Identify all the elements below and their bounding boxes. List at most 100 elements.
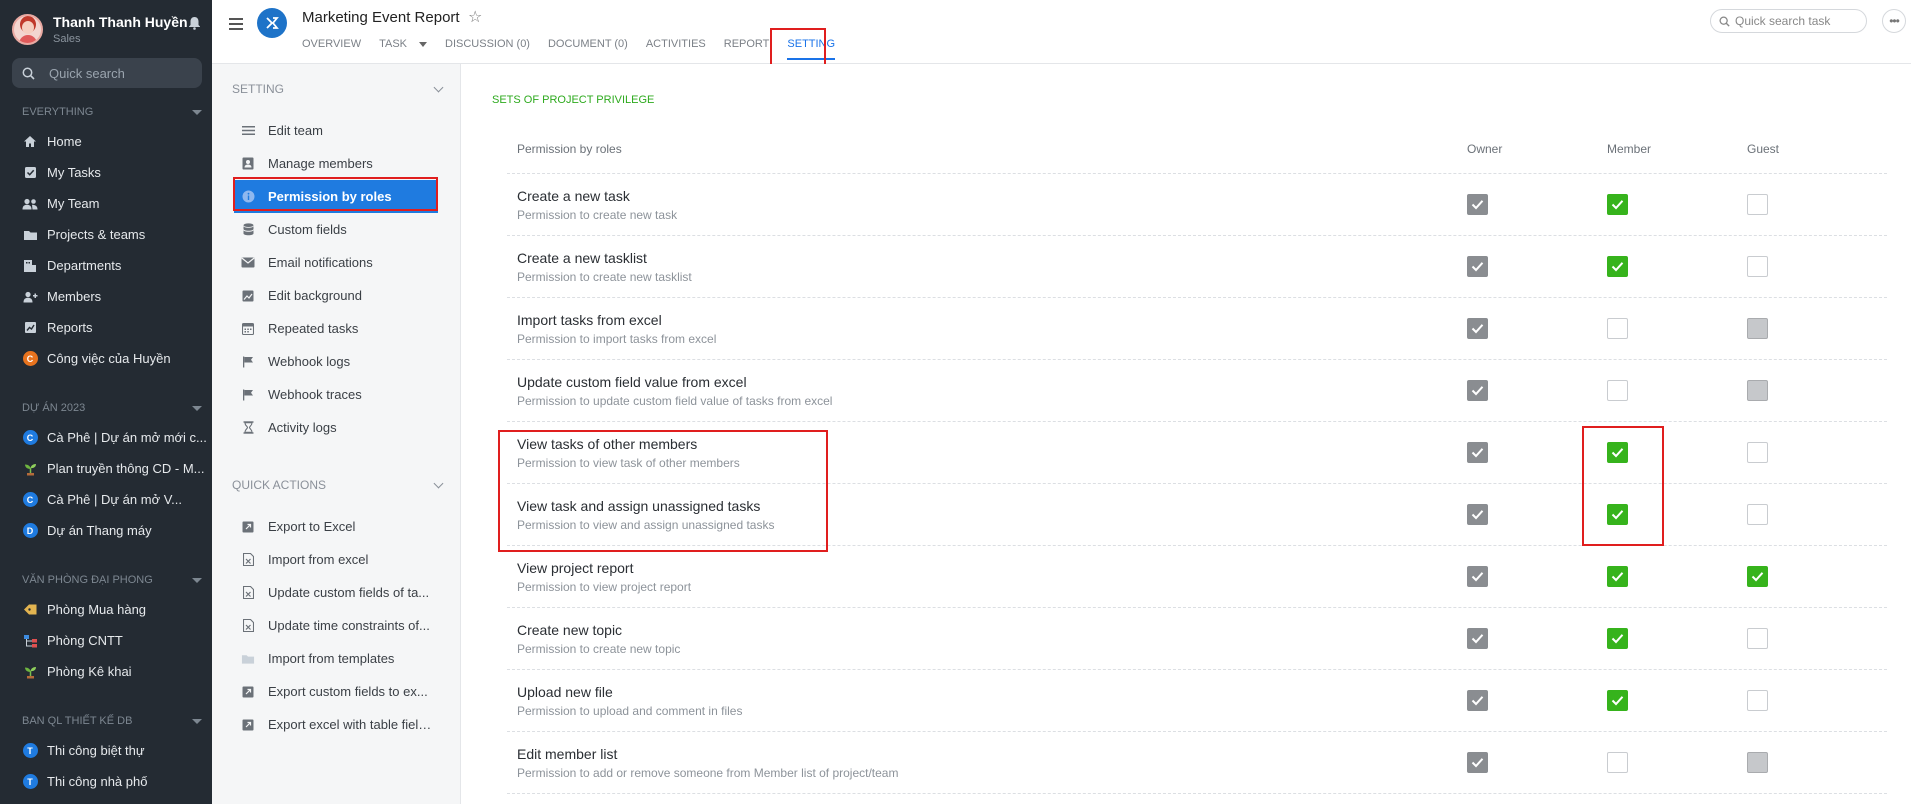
sidebar-item[interactable]: Members [0,281,212,312]
star-icon[interactable]: ☆ [468,7,482,27]
guest-permission-checkbox[interactable] [1747,566,1768,587]
guest-cell [1747,690,1887,711]
sidebar-search-input[interactable]: Quick search [12,58,202,88]
owner-cell [1467,380,1607,401]
sidebar-item[interactable]: D Dự án Thang máy [0,515,212,546]
caret-down-icon[interactable] [419,42,428,47]
sidebar-item[interactable]: C Công việc của Huyền [0,343,212,374]
settings-menu-item[interactable]: Export to Excel [212,510,460,543]
sidebar-item[interactable]: Projects & teams [0,219,212,250]
tab-document[interactable]: DOCUMENT (0) [548,38,628,60]
sidebar-section-header[interactable]: DỰ ÁN 2023 [0,398,212,418]
tab-task[interactable]: TASK [379,38,428,60]
settings-menu-item[interactable]: Email notifications [212,246,460,279]
sidebar-item[interactable]: Phòng Mua hàng [0,594,212,625]
sidebar-item[interactable]: Reports [0,312,212,343]
highlight-view-rows [498,430,828,552]
member-cell [1607,380,1747,401]
guest-permission-checkbox[interactable] [1747,442,1768,463]
settings-menu-item[interactable]: Update custom fields of ta... [212,576,460,609]
member-permission-checkbox[interactable] [1607,566,1628,587]
tab-report[interactable]: REPORT [724,38,770,60]
guest-permission-checkbox[interactable] [1747,628,1768,649]
guest-permission-checkbox[interactable] [1747,194,1768,215]
tab-overview[interactable]: OVERVIEW [302,38,361,60]
sidebar-item-label: Members [47,289,102,304]
settings-menu-item[interactable]: Activity logs [212,411,460,444]
settings-menu-item[interactable]: Update time constraints of... [212,609,460,642]
guest-cell [1747,318,1887,339]
sidebar-item[interactable]: C Cà Phê | Dự án mở mới c... [0,422,212,453]
sidebar-section-header[interactable]: VĂN PHÒNG ĐẠI PHONG [0,570,212,590]
member-permission-checkbox[interactable] [1607,318,1628,339]
settings-menu-item[interactable]: Export custom fields to ex... [212,675,460,708]
bell-icon[interactable] [188,16,201,30]
settings-menu-item[interactable]: Export excel with table fields [212,708,460,741]
member-permission-checkbox[interactable] [1607,256,1628,277]
settings-menu-item[interactable]: Edit team [212,114,460,147]
user-profile[interactable]: Thanh Thanh Huyền Sales [0,0,212,50]
settings-menu-item[interactable]: Import from excel [212,543,460,576]
highlight-permission-item [233,177,438,211]
settings-menu-label: Manage members [268,156,373,171]
settings-menu-item[interactable]: Webhook traces [212,378,460,411]
sidebar-item[interactable]: T Thi công biệt thự [0,735,212,766]
settings-menu-item[interactable]: Edit background [212,279,460,312]
folder-icon [241,652,255,666]
sidebar-item[interactable]: Phòng CNTT [0,625,212,656]
member-permission-checkbox[interactable] [1607,752,1628,773]
member-permission-checkbox[interactable] [1607,380,1628,401]
member-cell [1607,690,1747,711]
settings-menu: SETTING Edit team Manage members Permissio… [212,64,461,804]
sidebar-section-header[interactable]: EVERYTHING [0,102,212,122]
sidebar-item[interactable]: Phòng Kê khai [0,656,212,687]
sidebar-item[interactable]: C Cà Phê | Dự án mở V... [0,484,212,515]
guest-cell [1747,752,1887,773]
highlight-member-checkboxes [1582,426,1664,546]
letter-avatar: C [22,492,38,507]
settings-menu-label: Edit team [268,123,323,138]
calendar-icon [241,322,255,336]
settings-menu-item[interactable]: Custom fields [212,213,460,246]
sidebar-item[interactable]: T Thi công nhà phố [0,766,212,797]
avatar[interactable] [12,14,43,45]
guest-permission-checkbox[interactable] [1747,256,1768,277]
highlight-setting-tab [770,28,826,67]
member-permission-checkbox[interactable] [1607,690,1628,711]
settings-menu-item[interactable]: Import from templates [212,642,460,675]
quick-actions-header[interactable]: QUICK ACTIONS [212,460,460,510]
plant-icon [22,461,38,477]
guest-permission-checkbox[interactable] [1747,504,1768,525]
permission-description: Permission to view project report [517,579,692,594]
setting-section-header[interactable]: SETTING [212,64,460,114]
project-logo [257,8,287,38]
table-row: Edit member list Permission to add or rem… [507,732,1887,794]
more-options-icon[interactable]: ••• [1882,9,1906,33]
quick-actions-title: QUICK ACTIONS [232,478,327,492]
tab-label: OVERVIEW [302,38,362,50]
settings-menu-item[interactable]: Webhook logs [212,345,460,378]
member-permission-checkbox[interactable] [1607,194,1628,215]
guest-permission-checkbox [1747,318,1768,339]
settings-menu-item[interactable]: Manage members [212,147,460,180]
home-icon [22,134,38,150]
hamburger-icon[interactable] [229,18,243,33]
export-icon [241,685,255,699]
sidebar-item[interactable]: My Tasks [0,157,212,188]
tab-activities[interactable]: ACTIVITIES [646,38,706,60]
sidebar-item[interactable]: Plan truyền thông CD - M... [0,453,212,484]
guest-permission-checkbox[interactable] [1747,690,1768,711]
sidebar-item[interactable]: My Team [0,188,212,219]
quick-search-task-input[interactable]: Quick search task [1710,9,1867,33]
sidebar-section-header[interactable]: BAN QL THIẾT KẾ DB [0,711,212,731]
settings-menu-item[interactable]: Repeated tasks [212,312,460,345]
sidebar-item[interactable]: Home [0,126,212,157]
project-title: Marketing Event Report [302,9,460,26]
guest-cell [1747,256,1887,277]
member-permission-checkbox[interactable] [1607,628,1628,649]
sidebar-item-label: Phòng Kê khai [47,664,132,679]
guest-cell [1747,380,1887,401]
user-box-icon [241,157,255,171]
sidebar-item[interactable]: Departments [0,250,212,281]
tab-discussion[interactable]: DISCUSSION (0) [445,38,530,60]
